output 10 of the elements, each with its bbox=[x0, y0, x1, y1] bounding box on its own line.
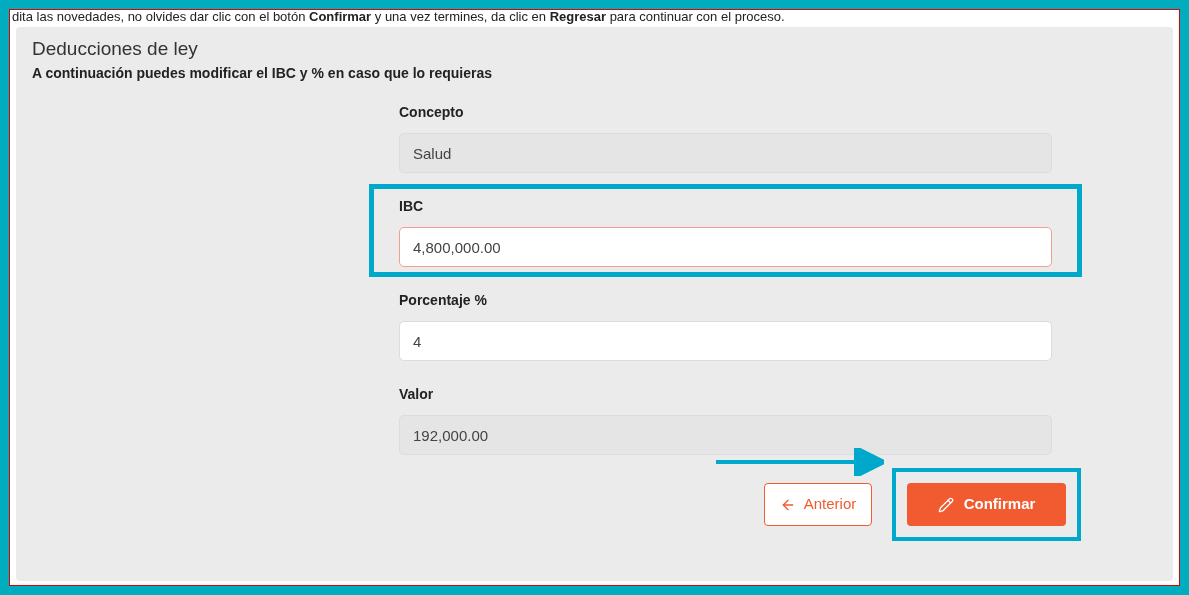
instruction-text: dita las novedades, no olvides dar clic con el botón Confirmar y una vez termines, da clic en Regresar para continuar con el proceso. bbox=[11, 10, 786, 24]
field-label: Valor bbox=[399, 385, 435, 404]
field-label: Concepto bbox=[399, 103, 465, 122]
input-field[interactable]: 4 bbox=[399, 321, 1052, 361]
field-label: IBC bbox=[399, 197, 425, 216]
input-field[interactable]: 4,800,000.00 bbox=[399, 227, 1052, 267]
panel-subtitle: A continuación puedes modificar el IBC y % en caso que lo requieras bbox=[32, 64, 494, 83]
pencil-icon bbox=[937, 496, 954, 513]
panel-title: Deducciones de ley bbox=[32, 37, 199, 61]
field-label: Porcentaje % bbox=[399, 291, 488, 310]
